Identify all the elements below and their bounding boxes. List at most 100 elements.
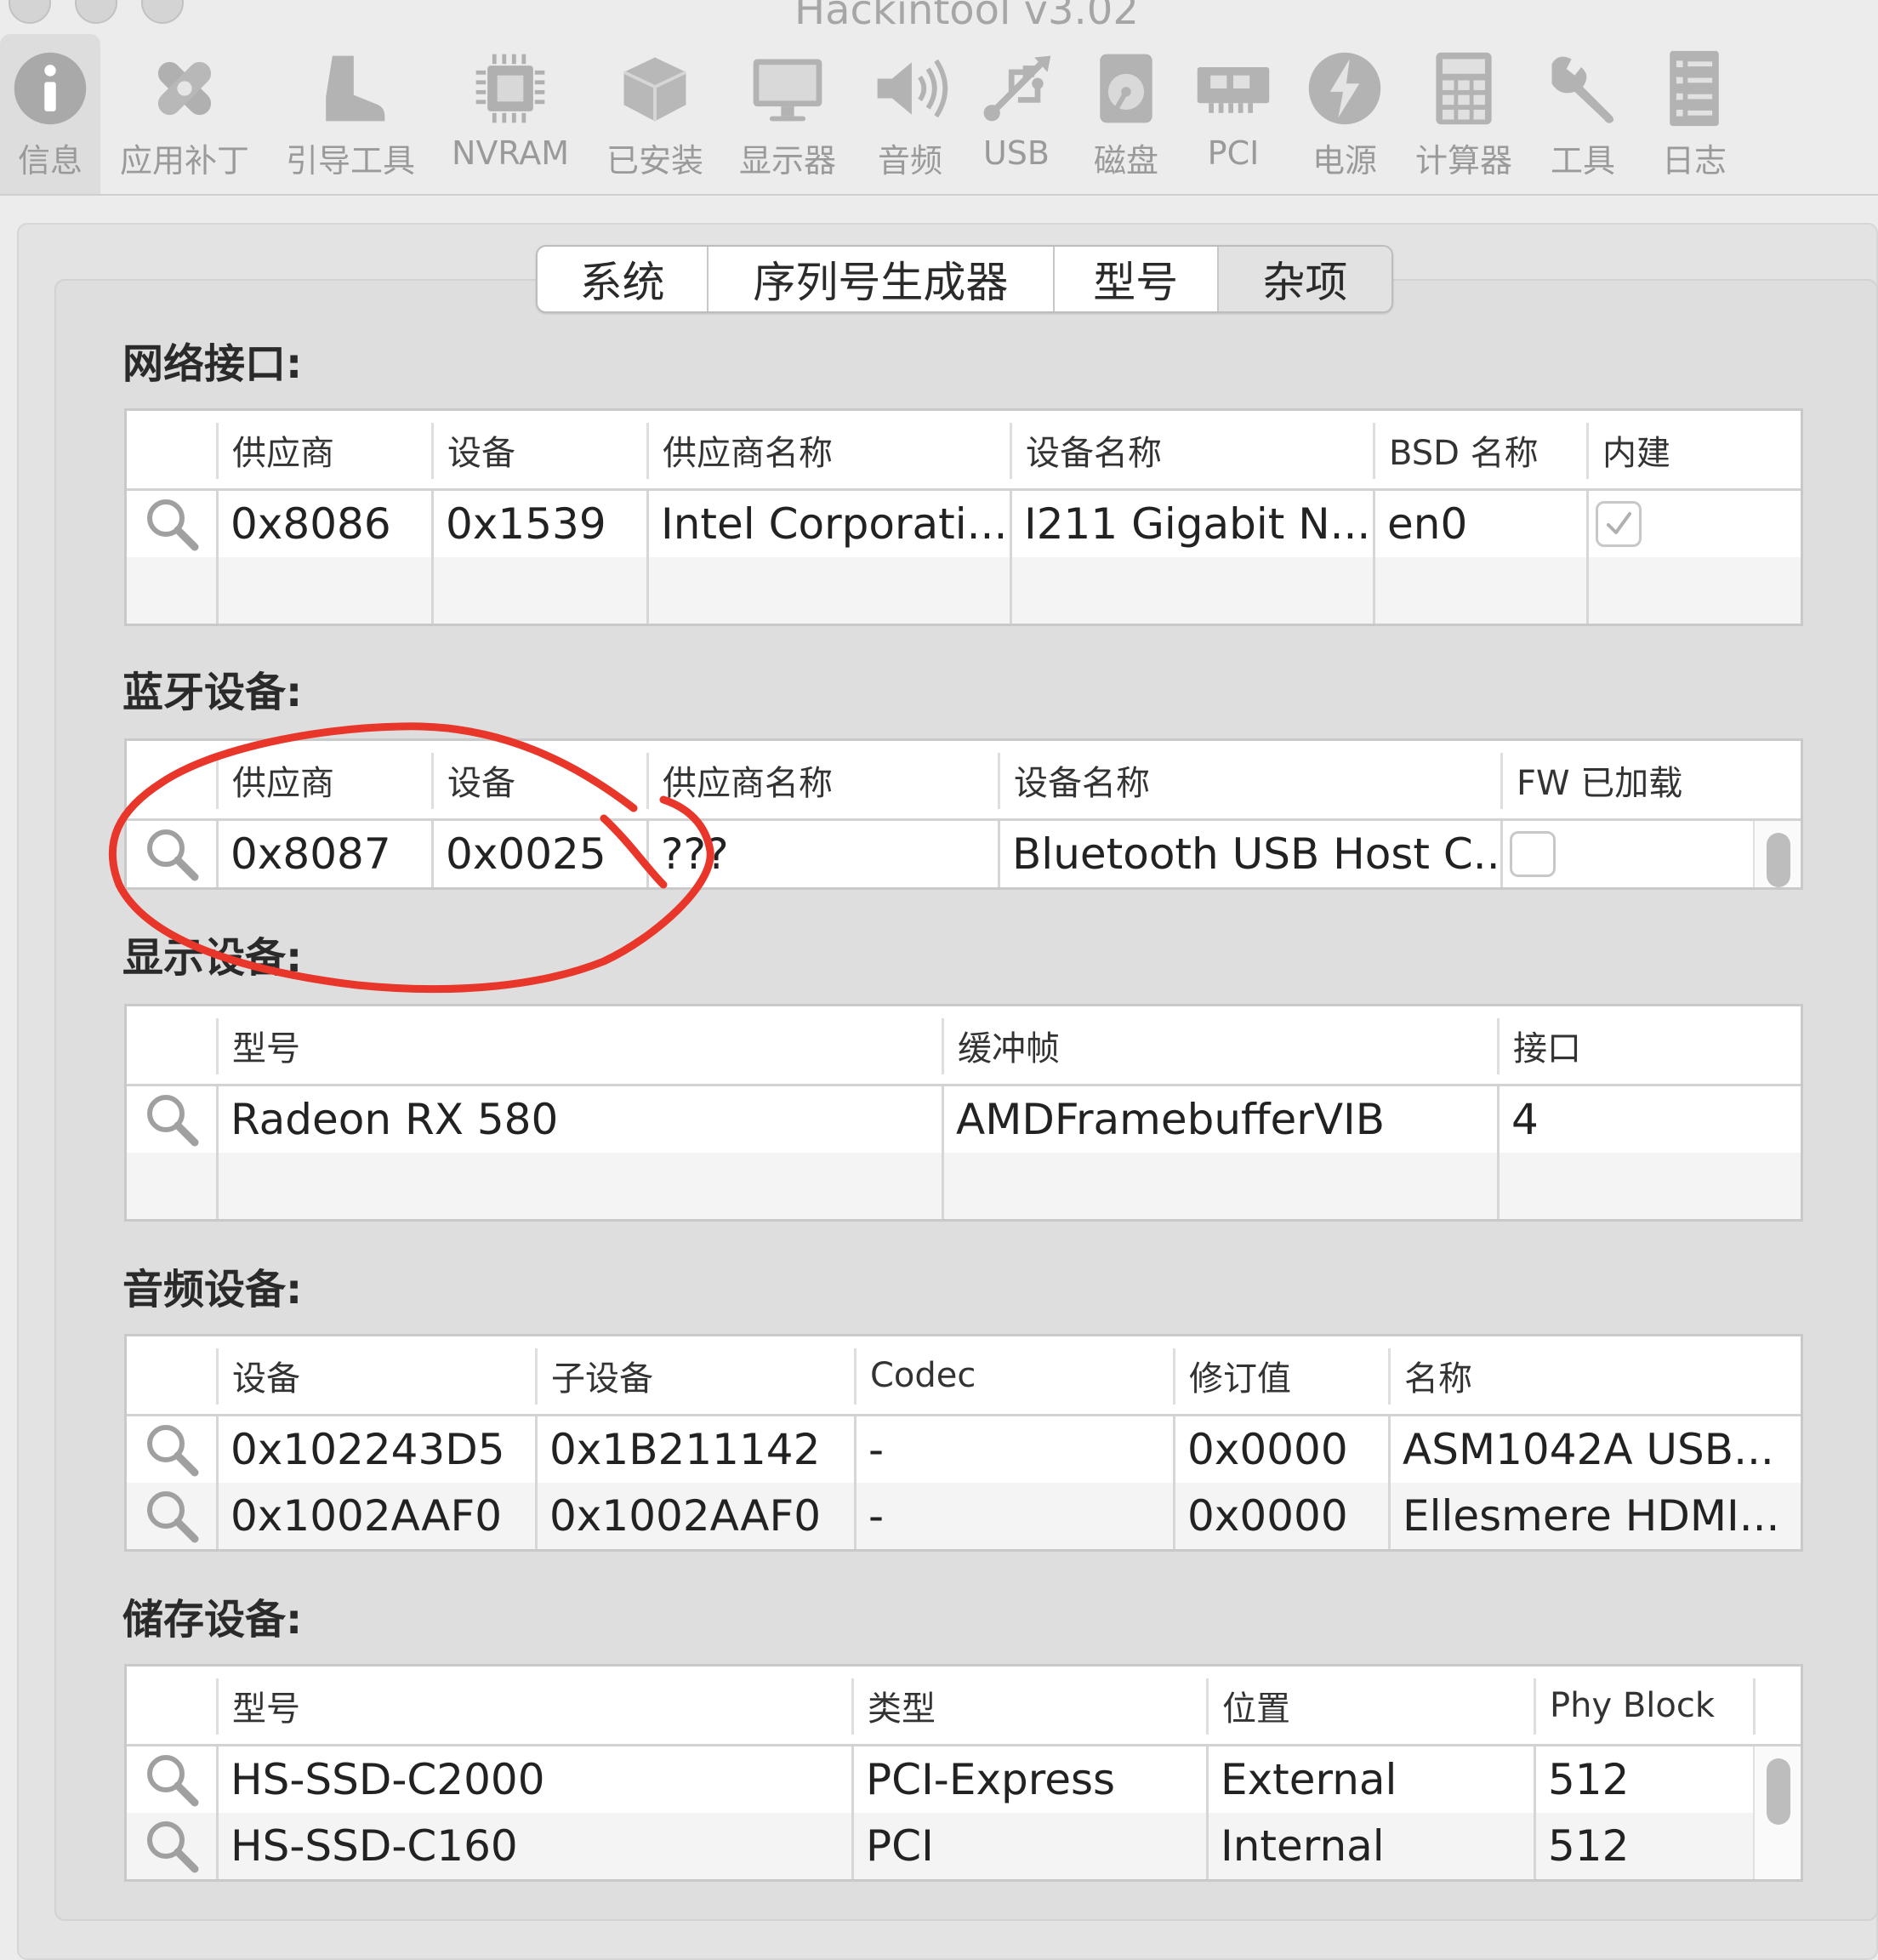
magnifier-icon[interactable]: [142, 824, 202, 884]
toolbar-item-bootloader[interactable]: 引导工具: [274, 34, 427, 194]
tab-system[interactable]: 系统: [538, 247, 709, 311]
toolbar-item-displays[interactable]: 显示器: [728, 34, 847, 194]
table-row[interactable]: 0x1002AAF0 0x1002AAF0 - 0x0000 Ellesmere…: [127, 1483, 1801, 1549]
storage-section-title: 储存设备:: [122, 1596, 303, 1644]
toolbar-label: 信息: [17, 142, 83, 179]
toolbar-item-logs[interactable]: 日志: [1647, 34, 1742, 194]
toolbar-item-power[interactable]: 电源: [1293, 34, 1397, 194]
toolbar-item-usb[interactable]: USB: [970, 34, 1063, 194]
column-header[interactable]: 缓冲帧: [944, 1006, 1497, 1084]
table-row[interactable]: 0x8086 0x1539 Intel Corporati... I211 Gi…: [127, 491, 1801, 557]
table-row[interactable]: HS-SSD-C160 PCI Internal 512: [127, 1813, 1801, 1879]
title-bar: Hackintool v3.02: [0, 0, 1878, 34]
monitor-icon: [745, 46, 830, 131]
magnifier-icon[interactable]: [142, 494, 202, 554]
vendor-cell: 0x8086: [230, 499, 391, 549]
table-header: 供应商 设备 供应商名称 设备名称 FW 已加载: [127, 741, 1801, 821]
toolbar-item-disks[interactable]: 磁盘: [1075, 34, 1177, 194]
scrollbar-thumb[interactable]: [1767, 1758, 1790, 1825]
toolbar-item-pci[interactable]: PCI: [1184, 34, 1283, 194]
toolbar-item-installed[interactable]: 已安装: [595, 34, 714, 194]
device-name-cell: I211 Gigabit N...: [1024, 499, 1371, 549]
tab-misc[interactable]: 杂项: [1218, 247, 1391, 311]
column-header[interactable]: 内建: [1589, 411, 1801, 488]
audio-table: 设备 子设备 Codec 修订值 名称 0x102243D5 0x1B21114…: [124, 1334, 1803, 1552]
builtin-checkbox[interactable]: [1596, 501, 1642, 547]
column-header[interactable]: 设备: [434, 411, 646, 488]
column-header[interactable]: 位置: [1209, 1667, 1534, 1744]
fw-loaded-checkbox[interactable]: [1510, 831, 1556, 877]
column-header[interactable]: 型号: [219, 1006, 942, 1084]
table-row[interactable]: Radeon RX 580 AMDFramebufferVIB 4: [127, 1086, 1801, 1153]
calculator-icon: [1421, 46, 1506, 131]
location-cell: External: [1221, 1755, 1397, 1804]
window-title: Hackintool v3.02: [794, 0, 1139, 34]
bluetooth-section-title: 蓝牙设备:: [122, 669, 303, 716]
magnifier-icon[interactable]: [142, 1750, 202, 1809]
magnifier-icon[interactable]: [142, 1486, 202, 1546]
device-name-cell: Bluetooth USB Host C...: [1012, 829, 1500, 879]
model-cell: HS-SSD-C160: [230, 1821, 518, 1871]
codec-cell: -: [868, 1425, 885, 1474]
close-window-button[interactable]: [9, 0, 51, 24]
magnifier-icon[interactable]: [142, 1090, 202, 1149]
column-header[interactable]: 类型: [854, 1667, 1206, 1744]
toolbar-item-patch[interactable]: 应用补丁: [112, 34, 257, 194]
bandage-icon: [142, 46, 227, 131]
column-header[interactable]: 供应商: [219, 741, 431, 818]
toolbar-label: 电源: [1312, 142, 1377, 179]
ports-cell: 4: [1511, 1095, 1539, 1144]
column-header[interactable]: 供应商名称: [649, 411, 1010, 488]
codec-cell: -: [868, 1491, 885, 1541]
column-header[interactable]: 接口: [1500, 1006, 1801, 1084]
bluetooth-scrollbar[interactable]: [1753, 821, 1801, 887]
magnifier-icon[interactable]: [142, 1816, 202, 1876]
toolbar-item-info[interactable]: 信息: [0, 34, 100, 194]
column-header[interactable]: 修订值: [1175, 1336, 1388, 1414]
column-header[interactable]: 设备: [219, 1336, 535, 1414]
column-header[interactable]: 子设备: [538, 1336, 854, 1414]
column-header[interactable]: FW 已加载: [1503, 741, 1801, 818]
table-row[interactable]: 0x102243D5 0x1B211142 - 0x0000 ASM1042A …: [127, 1416, 1801, 1483]
column-header[interactable]: 设备: [434, 741, 646, 818]
bluetooth-table: 供应商 设备 供应商名称 设备名称 FW 已加载 0x8087 0x0025 ?…: [124, 738, 1803, 890]
device-cell: 0x1002AAF0: [230, 1491, 503, 1541]
column-header[interactable]: 设备名称: [1012, 411, 1373, 488]
storage-scrollbar[interactable]: [1753, 1746, 1801, 1879]
toolbar-item-calculator[interactable]: 计算器: [1408, 34, 1519, 194]
toolbar-label: 计算器: [1414, 142, 1512, 179]
column-header[interactable]: Codec: [856, 1336, 1173, 1414]
speaker-icon: [868, 46, 953, 131]
column-header[interactable]: 供应商: [219, 411, 431, 488]
column-header[interactable]: 设备名称: [1000, 741, 1500, 818]
table-row[interactable]: HS-SSD-C2000 PCI-Express External 512: [127, 1746, 1801, 1813]
toolbar-label: 应用补丁: [119, 142, 249, 179]
bsd-name-cell: en0: [1387, 499, 1468, 549]
power-bolt-icon: [1302, 46, 1387, 131]
toolbar-label: 日志: [1661, 142, 1727, 179]
chip-icon: [468, 46, 553, 131]
table-row[interactable]: 0x8087 0x0025 ??? Bluetooth USB Host C..…: [127, 821, 1801, 887]
column-header[interactable]: 供应商名称: [649, 741, 998, 818]
toolbar-item-audio[interactable]: 音频: [859, 34, 961, 194]
table-header: 设备 子设备 Codec 修订值 名称: [127, 1336, 1801, 1416]
scrollbar-thumb[interactable]: [1767, 833, 1790, 887]
pci-card-icon: [1191, 46, 1276, 131]
magnifier-icon[interactable]: [142, 1420, 202, 1479]
tab-model[interactable]: 型号: [1055, 247, 1219, 311]
toolbar-item-nvram[interactable]: NVRAM: [442, 34, 578, 194]
column-header[interactable]: BSD 名称: [1375, 411, 1586, 488]
table-header: 型号 缓冲帧 接口: [127, 1006, 1801, 1086]
revision-cell: 0x0000: [1187, 1425, 1348, 1474]
column-header[interactable]: 型号: [219, 1667, 851, 1744]
column-header[interactable]: 名称: [1391, 1336, 1801, 1414]
tab-serial-generator[interactable]: 序列号生成器: [709, 247, 1055, 311]
toolbar-label: 工具: [1550, 142, 1615, 179]
hackintool-window: Hackintool v3.02 信息 应用补丁 引导工具 NVRAM 已安装 …: [0, 0, 1878, 1960]
toolbar-label: 已安装: [606, 142, 703, 179]
column-header[interactable]: Phy Block: [1536, 1667, 1753, 1744]
model-cell: HS-SSD-C2000: [230, 1755, 545, 1804]
zoom-window-button[interactable]: [141, 0, 184, 24]
minimize-window-button[interactable]: [75, 0, 117, 24]
toolbar-item-tools[interactable]: 工具: [1536, 34, 1630, 194]
